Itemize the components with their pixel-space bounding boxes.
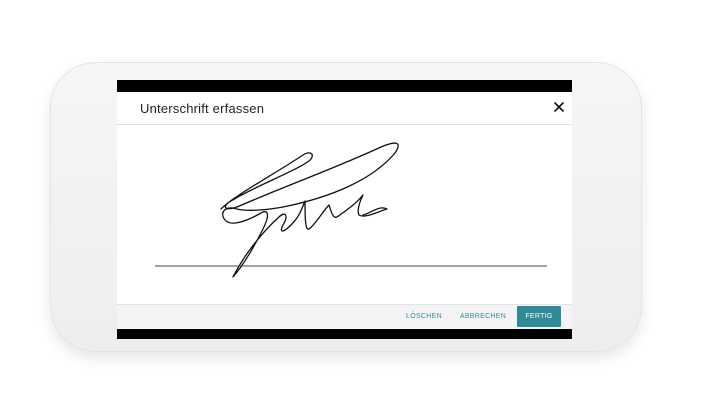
phone-screen: Unterschrift erfassen LÖSCHEN ABBRECHEN … — [117, 80, 572, 339]
dialog-footer: LÖSCHEN ABBRECHEN FERTIG — [117, 304, 572, 329]
cancel-button[interactable]: ABBRECHEN — [457, 305, 509, 329]
done-button[interactable]: FERTIG — [517, 306, 561, 327]
signature-canvas[interactable] — [133, 125, 556, 305]
dialog-header: Unterschrift erfassen — [117, 92, 572, 125]
close-button[interactable] — [549, 97, 569, 117]
dialog-title: Unterschrift erfassen — [140, 101, 265, 116]
signature-drawing — [155, 142, 547, 278]
signature-dialog: Unterschrift erfassen LÖSCHEN ABBRECHEN … — [117, 92, 572, 329]
close-icon — [554, 102, 564, 112]
clear-button[interactable]: LÖSCHEN — [400, 305, 448, 329]
signature-stroke — [220, 142, 399, 278]
stage: ⊕ apps.esignature.eu Unterschrift erfass… — [0, 0, 720, 399]
